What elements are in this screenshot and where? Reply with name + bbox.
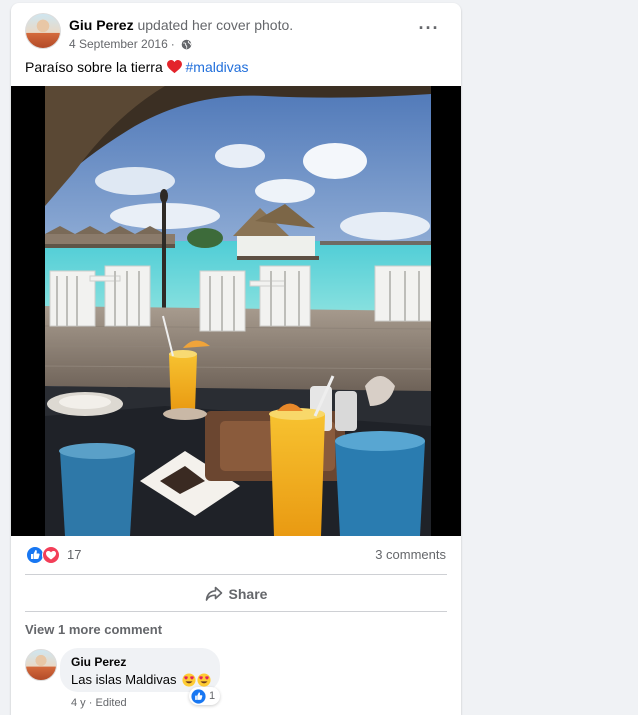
comment-reaction-count: 1	[209, 690, 216, 702]
post-meta: 4 September 2016 ·	[69, 36, 192, 52]
comment-author[interactable]: Giu Perez	[71, 655, 126, 669]
globe-icon[interactable]	[181, 39, 192, 50]
post-stats: 17 3 comments	[11, 543, 461, 569]
reaction-icons[interactable]	[26, 545, 62, 565]
cover-photo[interactable]	[45, 86, 431, 536]
comment-reaction-badge[interactable]: 1	[189, 687, 221, 705]
commenter-avatar[interactable]	[25, 649, 57, 681]
comment-edited-label: Edited	[95, 697, 127, 709]
comment-text-line: Las islas Maldivas	[71, 672, 211, 687]
more-options-button[interactable]: ···	[415, 17, 443, 45]
share-icon	[205, 586, 222, 601]
author-avatar[interactable]	[25, 13, 61, 49]
post-caption: Paraíso sobre la tierra #maldivas	[25, 57, 249, 77]
post-header: Giu Perez updated her cover photo. 4 Sep…	[11, 3, 461, 63]
heart-eyes-emoji-icon	[196, 672, 211, 687]
post-action-text: updated her cover photo.	[137, 17, 294, 33]
share-label: Share	[228, 586, 268, 602]
divider-bottom	[25, 611, 447, 612]
post-date[interactable]: 4 September 2016	[69, 36, 168, 52]
cover-photo-frame[interactable]	[11, 86, 461, 536]
like-icon	[191, 688, 206, 704]
comment-bubble: Giu Perez Las islas Maldivas	[60, 648, 220, 692]
hashtag-link[interactable]: #maldivas	[186, 59, 249, 75]
caption-text: Paraíso sobre la tierra	[25, 59, 163, 75]
comments-count-link[interactable]: 3 comments	[375, 547, 446, 562]
meta-separator: ·	[170, 37, 175, 51]
author-name[interactable]: Giu Perez	[69, 17, 134, 33]
reaction-count[interactable]: 17	[67, 547, 81, 562]
comment-text: Las islas Maldivas	[71, 672, 177, 687]
comment-age[interactable]: 4 y	[71, 697, 86, 709]
share-button[interactable]: Share	[25, 578, 447, 610]
comment-meta-separator: ·	[88, 697, 93, 709]
red-heart-icon	[166, 60, 182, 74]
view-more-comments-link[interactable]: View 1 more comment	[25, 622, 162, 637]
heart-eyes-emoji-icon	[181, 672, 196, 687]
post-card: Giu Perez updated her cover photo. 4 Sep…	[11, 3, 461, 715]
divider-top	[25, 574, 447, 575]
comment-meta: 4 y · Edited	[71, 697, 127, 709]
post-title-line: Giu Perez updated her cover photo.	[69, 16, 293, 34]
